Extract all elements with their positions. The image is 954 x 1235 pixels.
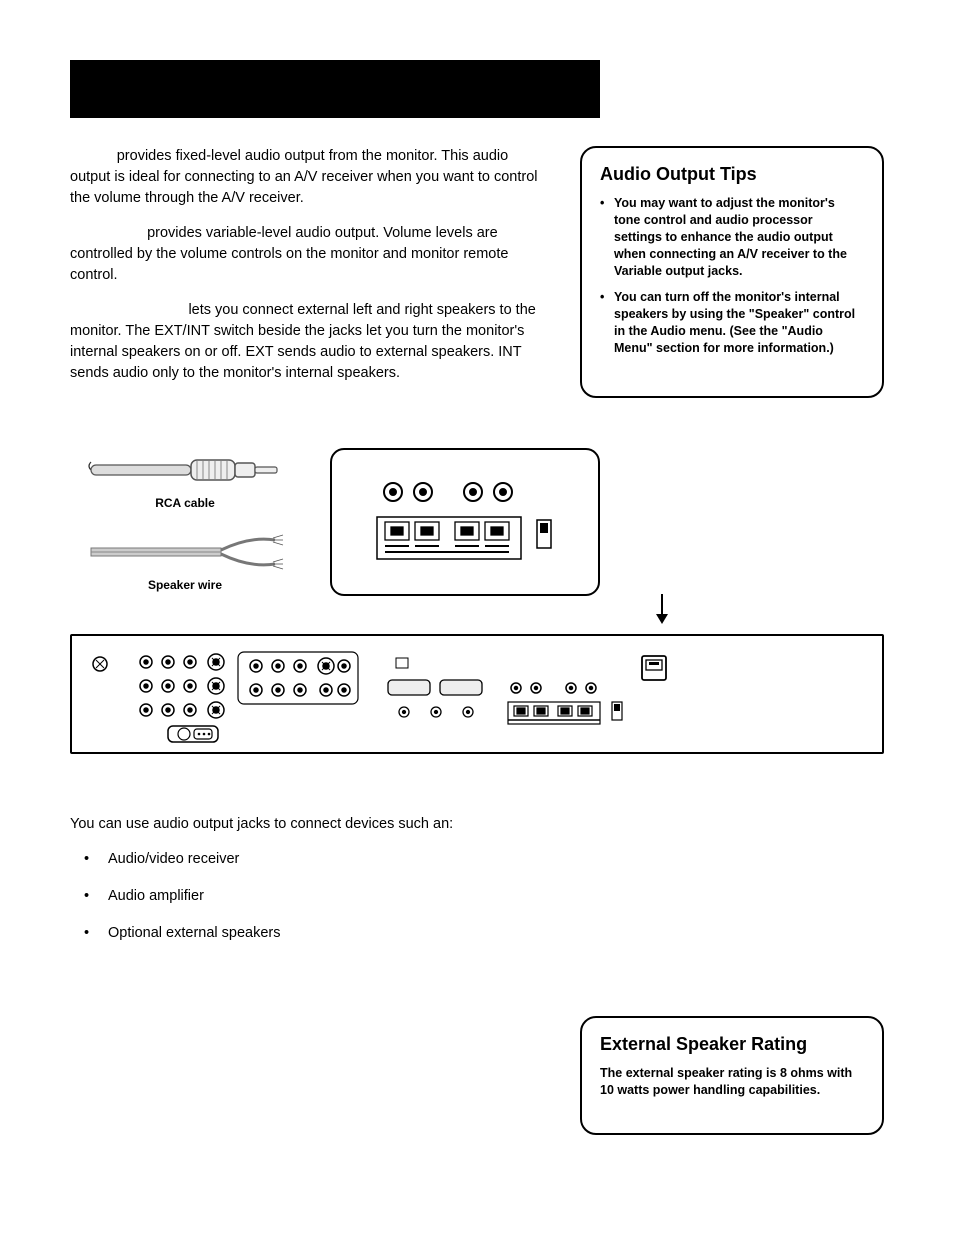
panel-zoom-icon — [345, 462, 585, 582]
diagram-arrow — [440, 596, 884, 624]
external-speaker-rating-box: External Speaker Rating The external spe… — [580, 1016, 884, 1135]
tips-list: You may want to adjust the monitor's ton… — [600, 195, 864, 357]
fixed-paragraph: FIXED provides fixed-level audio output … — [70, 146, 548, 209]
rear-panel-icon — [86, 644, 866, 744]
uses-section: You can use audio output jacks to connec… — [70, 814, 884, 944]
variable-paragraph: VARIABLE provides variable-level audio o… — [70, 223, 548, 286]
rca-cable-icon — [85, 448, 285, 492]
diagram-area: RCA cable Speaker wire — [70, 448, 884, 754]
tips-title: Audio Output Tips — [600, 164, 864, 185]
uses-list: Audio/video receiver Audio amplifier Opt… — [70, 849, 884, 944]
audio-output-panel-zoom — [330, 448, 600, 596]
uses-item: Optional external speakers — [70, 923, 884, 944]
uses-intro: You can use audio output jacks to connec… — [70, 814, 884, 835]
audio-output-tips-box: Audio Output Tips You may want to adjust… — [580, 146, 884, 398]
rating-text: The external speaker rating is 8 ohms wi… — [600, 1065, 864, 1099]
tip-item: You can turn off the monitor's internal … — [600, 289, 864, 357]
section-title-bar: Audio Output — [70, 60, 600, 118]
uses-item: Audio amplifier — [70, 886, 884, 907]
rear-panel — [70, 634, 884, 754]
speaker-wire-icon — [85, 530, 285, 574]
speaker-wire-label: Speaker wire — [148, 578, 222, 592]
intro-row: FIXED provides fixed-level audio output … — [70, 146, 884, 398]
rating-title: External Speaker Rating — [600, 1034, 864, 1055]
cable-illustrations: RCA cable Speaker wire — [70, 448, 300, 612]
rca-cable-label: RCA cable — [155, 496, 215, 510]
speakers-out-paragraph: SPEAKERS OUT lets you connect external l… — [70, 300, 548, 384]
uses-item: Audio/video receiver — [70, 849, 884, 870]
tip-item: You may want to adjust the monitor's ton… — [600, 195, 864, 279]
intro-text: FIXED provides fixed-level audio output … — [70, 146, 548, 398]
